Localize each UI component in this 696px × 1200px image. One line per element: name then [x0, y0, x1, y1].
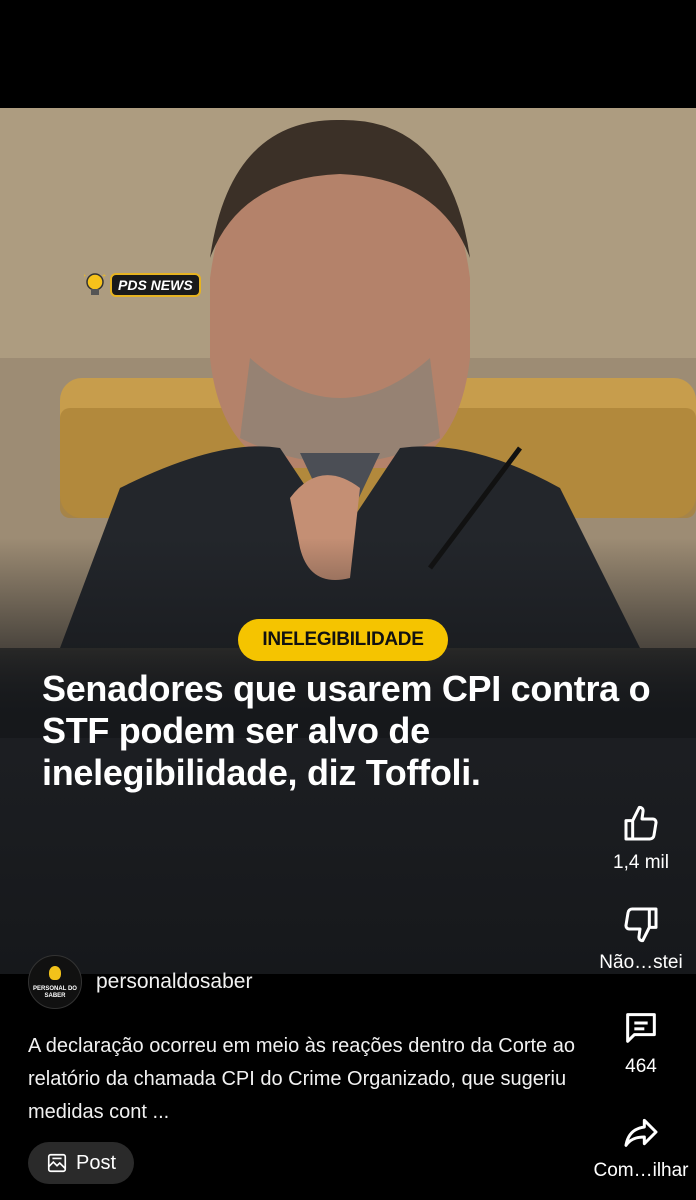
post-image-icon — [47, 1153, 67, 1173]
lightbulb-icon: + + — [84, 273, 106, 295]
svg-text:+: + — [102, 273, 106, 280]
channel-avatar[interactable]: PERSONAL DO SABER — [28, 955, 82, 1009]
svg-text:+: + — [84, 273, 86, 280]
post-type-button[interactable]: Post — [28, 1142, 134, 1184]
avatar-text: PERSONAL DO SABER — [33, 986, 77, 999]
dislike-button[interactable]: Não…stei — [586, 904, 696, 974]
comment-count: 464 — [625, 1056, 657, 1077]
share-label: Com…ilhar — [593, 1160, 689, 1181]
like-button[interactable]: 1,4 mil — [586, 804, 696, 874]
post-description[interactable]: A declaração ocorreu em meio às reações … — [28, 1030, 588, 1129]
comment-icon — [626, 1013, 656, 1043]
channel-info[interactable]: PERSONAL DO SABER personaldosaber — [28, 955, 252, 1009]
share-button[interactable]: Com…ilhar — [586, 1112, 696, 1182]
like-count: 1,4 mil — [613, 852, 669, 873]
lightbulb-icon — [49, 966, 61, 980]
topic-badge: INELEGIBILIDADE — [238, 619, 448, 661]
pds-news-logo: + + PDS NEWS — [84, 272, 201, 298]
channel-name[interactable]: personaldosaber — [96, 970, 252, 994]
logo-text: PDS NEWS — [110, 273, 201, 297]
comments-button[interactable]: 464 — [586, 1008, 696, 1078]
thumbs-up-icon — [624, 805, 658, 841]
dislike-label: Não…stei — [599, 952, 683, 973]
share-icon — [624, 1118, 658, 1147]
post-headline: Senadores que usarem CPI contra o STF po… — [42, 668, 651, 793]
thumbs-down-icon — [624, 907, 658, 943]
post-button-label: Post — [75, 1151, 117, 1174]
